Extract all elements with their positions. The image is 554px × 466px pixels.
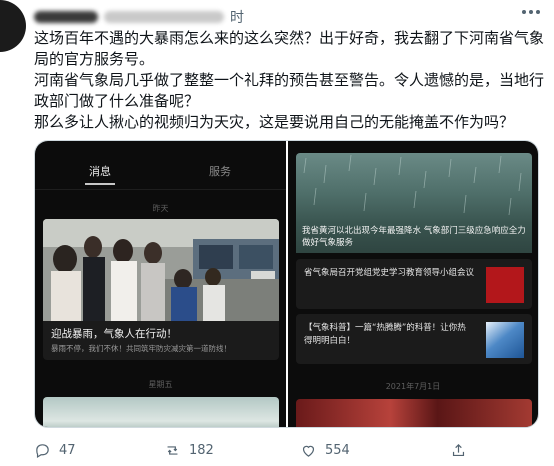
author-handle-blurred	[104, 11, 224, 23]
article-card: 迎战暴雨，气象人在行动！ 暴雨不停，我们不休！共同筑牢防灾减灾第一道防线！	[43, 219, 279, 360]
article-photo	[43, 219, 279, 321]
hero-caption: 我省黄河以北出现今年最强降水 气象部门三级应急响应全力做好气象服务	[302, 226, 526, 248]
tab-service: 服务	[209, 165, 231, 178]
date-label: 星期五	[148, 380, 173, 389]
retweet-count: 182	[189, 442, 214, 458]
rain-photo: 我省黄河以北出现今年最强降水 气象部门三级应急响应全力做好气象服务	[296, 153, 532, 253]
reply-icon	[36, 443, 49, 458]
article-photo-partial	[43, 397, 279, 427]
wechat-tabs: 消息 服务	[35, 141, 286, 197]
article-thumbnail	[486, 322, 524, 358]
article-item: 省气象局召开党组党史学习教育领导小组会议	[296, 259, 532, 309]
article-subtitle: 暴雨不停，我们不休！共同筑牢防灾减灾第一道防线！	[51, 344, 231, 353]
reply-button[interactable]: 47	[34, 442, 76, 459]
article-title: 【气象科普】一篇“热腾腾”的科普！让你热得明明白白！	[304, 323, 466, 346]
tweet-time[interactable]: 时	[230, 7, 244, 27]
like-count: 554	[325, 442, 350, 458]
tweet-header: 时	[34, 6, 244, 28]
tab-messages: 消息	[89, 165, 111, 178]
tab-indicator	[85, 183, 115, 185]
share-button[interactable]	[450, 442, 467, 459]
like-icon	[302, 445, 315, 457]
like-button[interactable]: 554	[300, 442, 350, 459]
reply-count: 47	[59, 442, 76, 458]
article-item: 【气象科普】一篇“热腾腾”的科普！让你热得明明白白！	[296, 314, 532, 364]
tweet-actions: 47 182 554	[34, 440, 544, 460]
tweet-line: 这场百年不遇的大暴雨怎么来的这么突然？出于好奇，我去翻了下河南省气象局的官方服务…	[34, 29, 545, 68]
tweet-line: 那么多让人揪心的视频归为天灾，这是要说用自己的无能掩盖不作为吗？	[34, 113, 515, 131]
media-image-right[interactable]: 我省黄河以北出现今年最强降水 气象部门三级应急响应全力做好气象服务 省气象局召开…	[288, 141, 538, 427]
media-image-left[interactable]: 消息 服务 昨天 迎战暴雨，气象人在行动！ 暴雨不停，我们不休！共同筑牢防灾减灾…	[35, 141, 286, 427]
article-photo-partial	[296, 399, 532, 427]
author-name-blurred[interactable]	[34, 11, 98, 23]
article-title: 省气象局召开党组党史学习教育领导小组会议	[304, 268, 475, 278]
tweet-media[interactable]: 消息 服务 昨天 迎战暴雨，气象人在行动！ 暴雨不停，我们不休！共同筑牢防灾减灾…	[34, 140, 539, 428]
date-label: 昨天	[152, 204, 169, 213]
tweet-line: 河南省气象局几乎做了整整一个礼拜的预告甚至警告。令人遗憾的是，当地行政部门做了什…	[34, 71, 545, 110]
article-thumbnail	[486, 267, 524, 303]
avatar[interactable]	[0, 0, 26, 52]
tweet-text: 这场百年不遇的大暴雨怎么来的这么突然？出于好奇，我去翻了下河南省气象局的官方服务…	[34, 28, 544, 133]
article-title: 迎战暴雨，气象人在行动！	[51, 328, 177, 340]
office-photo	[43, 219, 279, 321]
divider	[35, 189, 286, 190]
share-icon	[452, 443, 465, 456]
retweet-button[interactable]: 182	[164, 442, 214, 459]
date-label: 2021年7月1日	[385, 382, 441, 391]
more-icon[interactable]	[522, 10, 540, 14]
retweet-icon	[167, 445, 178, 455]
